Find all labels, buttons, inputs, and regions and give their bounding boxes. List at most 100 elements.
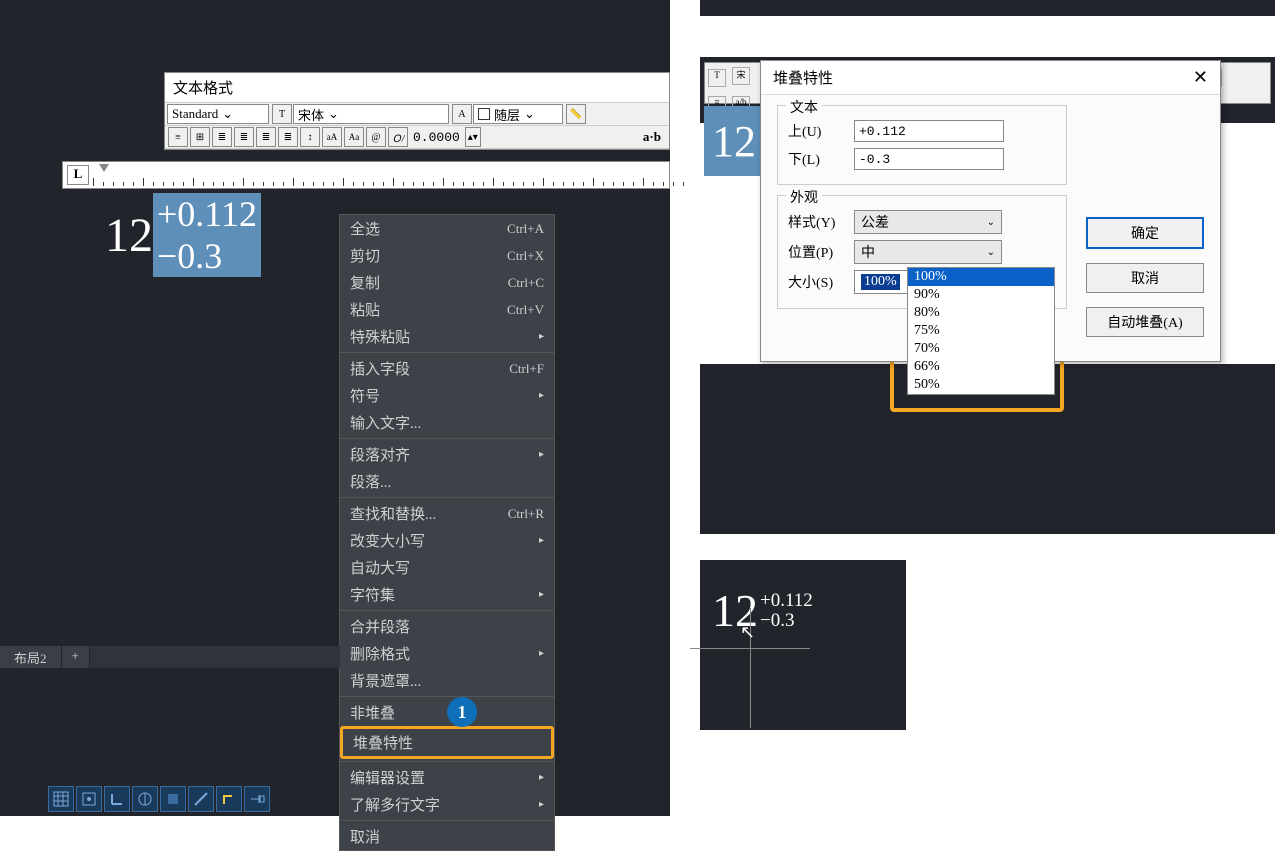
menu-cut[interactable]: 剪切Ctrl+X xyxy=(340,242,554,269)
top-dark-strip xyxy=(700,0,1275,16)
osnap-icon[interactable] xyxy=(160,786,186,812)
text-format-row1: Standard⌄ T 宋体⌄ A 随层⌄ 📏 xyxy=(165,103,669,126)
result-lower: −0.3 xyxy=(760,611,813,631)
ruler-origin[interactable]: L xyxy=(67,165,89,185)
size-option-90[interactable]: 90% xyxy=(908,286,1054,304)
menu-stack-properties[interactable]: 堆叠特性 xyxy=(340,726,554,759)
menu-insert-field[interactable]: 插入字段Ctrl+F xyxy=(340,355,554,382)
appearance-legend: 外观 xyxy=(786,187,822,207)
snap-icon[interactable] xyxy=(76,786,102,812)
menu-bg-mask[interactable]: 背景遮罩... xyxy=(340,667,554,694)
size-option-70[interactable]: 70% xyxy=(908,340,1054,358)
menu-paragraph[interactable]: 段落... xyxy=(340,468,554,495)
smallcaps-icon[interactable]: Aa xyxy=(344,127,364,147)
color-select[interactable]: 随层⌄ xyxy=(473,104,563,124)
oblique-icon[interactable]: Ｏ/ xyxy=(388,127,408,147)
text-fieldset: 文本 上(U) 下(L) xyxy=(777,105,1067,185)
symbol-icon[interactable]: @ xyxy=(366,127,386,147)
dyn-icon[interactable] xyxy=(244,786,270,812)
size-option-80[interactable]: 80% xyxy=(908,304,1054,322)
lower-input[interactable] xyxy=(854,148,1004,170)
text-editor-area[interactable]: 12+0.112−0.3 xyxy=(105,193,261,277)
layout-tabs: 布局2 + xyxy=(0,646,340,668)
menu-learn-mtext[interactable]: 了解多行文字▸ xyxy=(340,791,554,818)
chevron-down-icon: ⌄ xyxy=(987,247,995,258)
close-button[interactable]: ✕ xyxy=(1193,67,1208,88)
tab-layout2[interactable]: 布局2 xyxy=(0,646,62,668)
size-option-75[interactable]: 75% xyxy=(908,322,1054,340)
size-label: 大小(S) xyxy=(788,272,854,292)
style-select[interactable]: 公差⌄ xyxy=(854,210,1002,234)
text-legend: 文本 xyxy=(786,97,822,117)
menu-find-replace[interactable]: 查找和替换...Ctrl+R xyxy=(340,500,554,527)
dialog-titlebar: 堆叠特性 ✕ xyxy=(761,61,1220,95)
text-format-row2: ≡ ⊞ ≣ ≣ ≣ ≣ ↕ aA Aa @ Ｏ/ 0.0000 ▴▾ a·b xyxy=(165,126,669,149)
menu-symbols[interactable]: 符号▸ xyxy=(340,382,554,409)
caps-icon[interactable]: aA xyxy=(322,127,342,147)
selected-tolerance[interactable]: +0.112−0.3 xyxy=(153,193,261,277)
upper-label: 上(U) xyxy=(788,121,854,141)
font-icon: T xyxy=(272,104,292,124)
spacing-icon[interactable]: ↕ xyxy=(300,127,320,147)
text-format-title: 文本格式 xyxy=(165,73,669,103)
style-select[interactable]: Standard⌄ xyxy=(167,104,269,124)
align-icon-5[interactable]: ≣ xyxy=(256,127,276,147)
position-row: 位置(P) 中⌄ xyxy=(788,240,1056,264)
align-icon-2[interactable]: ⊞ xyxy=(190,127,210,147)
menu-sep xyxy=(340,820,554,821)
ruler[interactable]: L xyxy=(62,161,670,189)
text-format-toolbar: 文本格式 Standard⌄ T 宋体⌄ A 随层⌄ 📏 ≡ ⊞ ≣ ≣ ≣ ≣… xyxy=(164,72,670,150)
menu-sep xyxy=(340,761,554,762)
polar-icon[interactable] xyxy=(132,786,158,812)
size-option-50[interactable]: 50% xyxy=(908,376,1054,394)
upper-row: 上(U) xyxy=(788,120,1056,142)
menu-select-all[interactable]: 全选Ctrl+A xyxy=(340,215,554,242)
menu-para-align[interactable]: 段落对齐▸ xyxy=(340,441,554,468)
menu-copy[interactable]: 复制Ctrl+C xyxy=(340,269,554,296)
menu-paste-special[interactable]: 特殊粘贴▸ xyxy=(340,323,554,350)
align-icon-6[interactable]: ≣ xyxy=(278,127,298,147)
align-icon-3[interactable]: ≣ xyxy=(212,127,232,147)
size-dropdown: 100% 90% 80% 75% 70% 66% 50% xyxy=(907,267,1055,395)
align-icon-4[interactable]: ≣ xyxy=(234,127,254,147)
menu-delete-format[interactable]: 删除格式▸ xyxy=(340,640,554,667)
bold-indicator: a·b xyxy=(643,129,667,145)
menu-paste[interactable]: 粘贴Ctrl+V xyxy=(340,296,554,323)
position-label: 位置(P) xyxy=(788,242,854,262)
ok-button[interactable]: 确定 xyxy=(1086,217,1204,249)
lower-label: 下(L) xyxy=(788,149,854,169)
lower-row: 下(L) xyxy=(788,148,1056,170)
style-label: 样式(Y) xyxy=(788,212,854,232)
numeric-value: 0.0000 xyxy=(409,130,464,145)
ruler-icon[interactable]: 📏 xyxy=(566,104,586,124)
align-icon-1[interactable]: ≡ xyxy=(168,127,188,147)
menu-input-text[interactable]: 输入文字... xyxy=(340,409,554,436)
status-bar-icons xyxy=(48,786,272,812)
menu-merge-para[interactable]: 合并段落 xyxy=(340,613,554,640)
auto-stack-button[interactable]: 自动堆叠(A) xyxy=(1086,307,1204,337)
ruler-marks xyxy=(93,162,669,188)
menu-change-case[interactable]: 改变大小写▸ xyxy=(340,527,554,554)
tab-add[interactable]: + xyxy=(62,646,90,668)
ortho-icon[interactable] xyxy=(104,786,130,812)
grid-icon[interactable] xyxy=(48,786,74,812)
menu-editor-settings[interactable]: 编辑器设置▸ xyxy=(340,764,554,791)
cancel-button[interactable]: 取消 xyxy=(1086,263,1204,293)
menu-charset[interactable]: 字符集▸ xyxy=(340,581,554,608)
tolerance-upper: +0.112 xyxy=(153,193,261,235)
size-option-66[interactable]: 66% xyxy=(908,358,1054,376)
result-upper: +0.112 xyxy=(760,591,813,611)
menu-cancel[interactable]: 取消 xyxy=(340,823,554,850)
position-select[interactable]: 中⌄ xyxy=(854,240,1002,264)
stepper-icon[interactable]: ▴▾ xyxy=(465,127,481,147)
size-option-100[interactable]: 100% xyxy=(908,268,1054,286)
annotative-icon[interactable]: A xyxy=(452,104,472,124)
font-select[interactable]: 宋体⌄ xyxy=(293,104,449,124)
style-row: 样式(Y) 公差⌄ xyxy=(788,210,1056,234)
toolbar-font-icon[interactable]: T xyxy=(708,69,726,87)
upper-input[interactable] xyxy=(854,120,1004,142)
main-text[interactable]: 12 xyxy=(105,208,153,263)
otrack-icon[interactable] xyxy=(188,786,214,812)
dynucs-icon[interactable] xyxy=(216,786,242,812)
menu-auto-caps[interactable]: 自动大写 xyxy=(340,554,554,581)
